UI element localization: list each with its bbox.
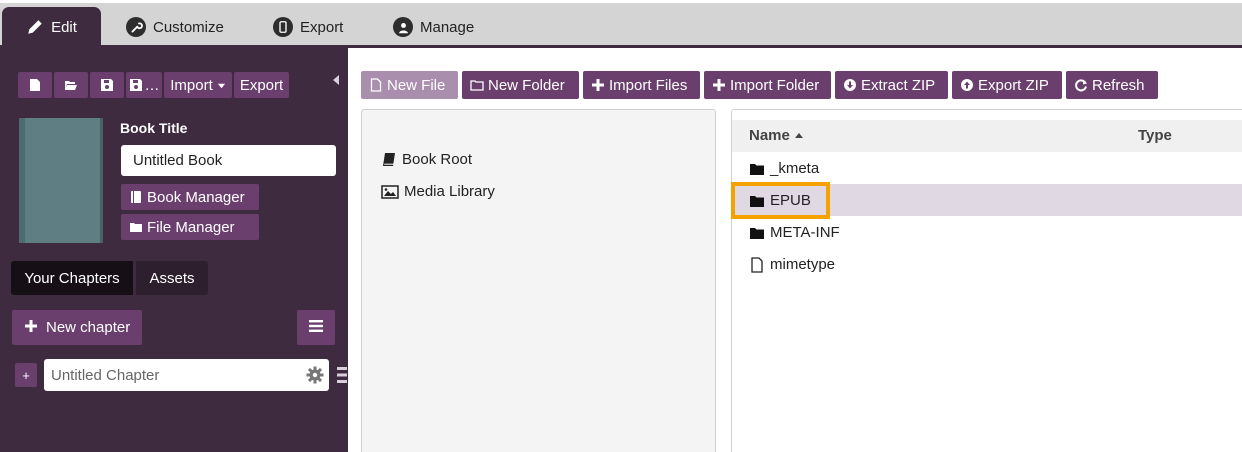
file-outline-icon (369, 78, 383, 92)
new-folder-button[interactable]: New Folder (462, 71, 579, 99)
new-file-label: New File (387, 76, 446, 94)
tree-item-book-root[interactable]: Book Root (381, 151, 472, 168)
tab-manage-label: Manage (420, 18, 475, 36)
export-label: Export (239, 76, 284, 94)
row-item-kmeta-label: _kmeta (770, 160, 820, 177)
save-as-ellipsis: … (144, 76, 160, 94)
drag-handle-icon[interactable] (337, 366, 347, 384)
book-cover-edge (100, 118, 103, 243)
collapse-panel-icon[interactable] (331, 73, 341, 85)
folder-outline-icon (470, 78, 484, 92)
new-chapter-button[interactable]: New chapter (12, 310, 142, 345)
file-manager-label: File Manager (147, 218, 235, 236)
refresh-icon (1074, 78, 1088, 92)
export-zip-label: Export ZIP (978, 76, 1049, 94)
caret-down-icon (217, 81, 226, 90)
open-book-button[interactable] (54, 72, 88, 98)
row-item-meta-inf[interactable]: META-INF (749, 224, 840, 241)
import-files-label: Import Files (609, 76, 688, 94)
new-book-button[interactable] (18, 72, 52, 98)
upload-circle-icon (960, 78, 974, 92)
phone-icon (273, 17, 293, 37)
folder-icon (129, 220, 143, 234)
import-files-button[interactable]: Import Files (583, 71, 700, 99)
chapter-title-input[interactable]: Untitled Chapter (44, 359, 329, 391)
tree-item-media-library-label: Media Library (404, 183, 495, 200)
tab-your-chapters[interactable]: Your Chapters (11, 261, 133, 295)
row-item-kmeta[interactable]: _kmeta (749, 160, 819, 177)
left-panel (0, 48, 348, 452)
file-outline-icon (749, 256, 765, 273)
pencil-icon (26, 18, 44, 36)
gear-icon[interactable] (306, 366, 324, 384)
plus-icon (591, 78, 605, 92)
import-folder-label: Import Folder (730, 76, 820, 94)
file-manager-button[interactable]: File Manager (121, 214, 259, 240)
extract-zip-label: Extract ZIP (861, 76, 936, 94)
refresh-button[interactable]: Refresh (1066, 71, 1158, 99)
new-file-button[interactable]: New File (361, 71, 458, 99)
folder-icon (749, 225, 765, 241)
save-book-button[interactable] (90, 72, 124, 98)
tab-assets[interactable]: Assets (136, 261, 208, 295)
tab-export[interactable]: Export (273, 7, 343, 47)
book-title-label: Book Title (120, 120, 188, 136)
column-header-type[interactable]: Type (1138, 127, 1172, 144)
import-dropdown-button[interactable]: Import (164, 72, 232, 98)
folder-open-icon (64, 78, 78, 92)
export-zip-button[interactable]: Export ZIP (952, 71, 1062, 99)
book-cover-spine (19, 118, 25, 243)
wrench-icon (126, 17, 146, 37)
user-icon (393, 17, 413, 37)
book-manager-button[interactable]: Book Manager (121, 184, 259, 210)
book-icon (129, 190, 143, 204)
epub-highlight-box (731, 182, 830, 219)
add-subchapter-button[interactable]: + (15, 363, 37, 387)
tab-edit[interactable]: Edit (2, 7, 101, 47)
row-item-mimetype[interactable]: mimetype (749, 256, 835, 273)
tab-edit-label: Edit (51, 18, 77, 36)
new-chapter-label: New chapter (46, 319, 131, 336)
book-icon (381, 152, 397, 168)
download-circle-icon (843, 78, 857, 92)
tree-item-media-library[interactable]: Media Library (381, 183, 495, 200)
import-folder-button[interactable]: Import Folder (704, 71, 831, 99)
tab-manage[interactable]: Manage (393, 7, 474, 47)
plus-icon (24, 319, 38, 337)
plus-icon (712, 78, 726, 92)
export-button[interactable]: Export (234, 72, 289, 98)
tab-export-label: Export (300, 18, 344, 36)
image-icon (381, 184, 399, 200)
folder-icon (749, 161, 765, 177)
book-cover-image (19, 118, 103, 243)
sort-ascending-icon (794, 127, 804, 144)
save-icon (100, 78, 114, 92)
chapter-menu-button[interactable] (297, 310, 335, 345)
new-folder-label: New Folder (488, 76, 565, 94)
book-manager-label: Book Manager (147, 188, 245, 206)
book-title-input[interactable]: Untitled Book (121, 145, 336, 176)
save-as-icon (129, 78, 143, 92)
extract-zip-button[interactable]: Extract ZIP (835, 71, 948, 99)
hamburger-icon (309, 319, 323, 337)
column-header-name[interactable]: Name (749, 127, 804, 144)
row-item-meta-inf-label: META-INF (770, 224, 840, 241)
tab-customize[interactable]: Customize (126, 7, 224, 47)
refresh-label: Refresh (1092, 76, 1145, 94)
import-label: Import (170, 76, 213, 94)
file-icon (28, 78, 42, 92)
row-item-mimetype-label: mimetype (770, 256, 836, 273)
save-as-button[interactable]: … (126, 72, 162, 98)
tab-customize-label: Customize (153, 18, 224, 36)
tree-item-book-root-label: Book Root (402, 151, 473, 168)
column-name-label: Name (749, 127, 790, 144)
